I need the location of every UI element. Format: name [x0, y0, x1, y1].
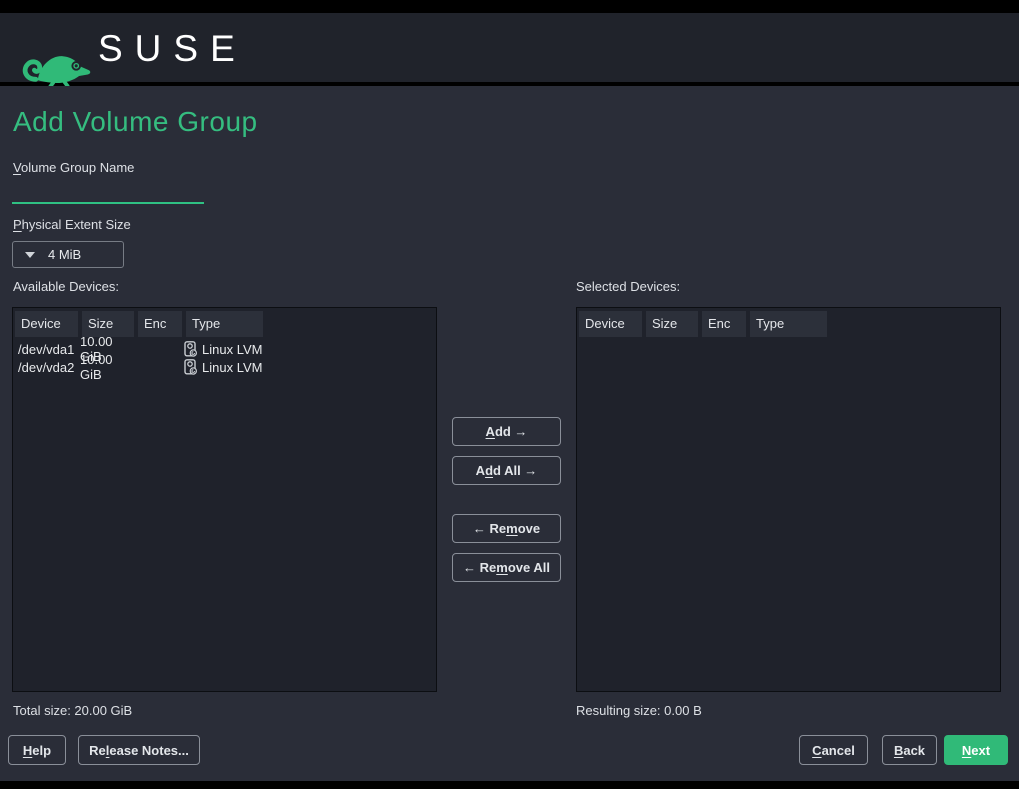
help-button[interactable]: Help [8, 735, 66, 765]
volume-group-name-label: Volume Group Name [13, 160, 134, 175]
selected-table-header: Device Size Enc Type [577, 308, 1000, 337]
remove-button[interactable]: ← Remove [452, 514, 561, 543]
brand-wordmark: SUSE [98, 13, 247, 84]
lvm-partition-icon [184, 359, 197, 375]
add-all-button[interactable]: Add All → [452, 456, 561, 485]
cell-device: /dev/vda1 [13, 342, 80, 357]
selected-devices-label: Selected Devices: [576, 279, 680, 294]
physical-extent-size-select[interactable]: 4 MiB [12, 241, 124, 268]
release-notes-button[interactable]: Release Notes... [78, 735, 200, 765]
available-devices-label: Available Devices: [13, 279, 119, 294]
selected-devices-table[interactable]: Device Size Enc Type [576, 307, 1001, 692]
dialog-add-volume-group: Add Volume Group Volume Group Name Physi… [0, 86, 1019, 781]
remove-all-button[interactable]: ← Remove All [452, 553, 561, 582]
table-row[interactable]: /dev/vda1 10.00 GiB Linux LVM [13, 340, 436, 358]
next-button[interactable]: Next [944, 735, 1008, 765]
cell-size: 10.00 GiB [80, 352, 136, 382]
volume-group-name-input[interactable] [12, 184, 204, 204]
column-header-size[interactable]: Size [646, 311, 698, 337]
table-row[interactable]: /dev/vda2 10.00 GiB Linux LVM [13, 358, 436, 376]
column-header-type[interactable]: Type [750, 311, 827, 337]
resulting-size-text: Resulting size: 0.00 B [576, 703, 702, 718]
back-button[interactable]: Back [882, 735, 937, 765]
cell-device: /dev/vda2 [13, 360, 80, 375]
cancel-button[interactable]: Cancel [799, 735, 868, 765]
column-header-device[interactable]: Device [579, 311, 642, 337]
header-bar: SUSE [0, 13, 1019, 84]
available-devices-table[interactable]: Device Size Enc Type /dev/vda1 10.00 GiB… [12, 307, 437, 692]
cell-type-label: Linux LVM [202, 360, 262, 375]
column-header-enc[interactable]: Enc [138, 311, 182, 337]
add-button[interactable]: Add → [452, 417, 561, 446]
physical-extent-size-label: Physical Extent Size [13, 217, 131, 232]
total-size-text: Total size: 20.00 GiB [13, 703, 132, 718]
available-table-body: /dev/vda1 10.00 GiB Linux LVM /dev/vda2 … [13, 340, 436, 376]
page-title: Add Volume Group [13, 106, 258, 138]
cell-type-label: Linux LVM [202, 342, 262, 357]
available-table-header: Device Size Enc Type [13, 308, 436, 337]
column-header-type[interactable]: Type [186, 311, 263, 337]
suse-chameleon-logo-icon [20, 37, 94, 87]
lvm-partition-icon [184, 341, 197, 357]
chevron-down-icon [25, 252, 35, 258]
column-header-device[interactable]: Device [15, 311, 78, 337]
cell-type: Linux LVM [184, 359, 262, 375]
column-header-enc[interactable]: Enc [702, 311, 746, 337]
physical-extent-size-value: 4 MiB [48, 247, 81, 262]
cell-type: Linux LVM [184, 341, 262, 357]
